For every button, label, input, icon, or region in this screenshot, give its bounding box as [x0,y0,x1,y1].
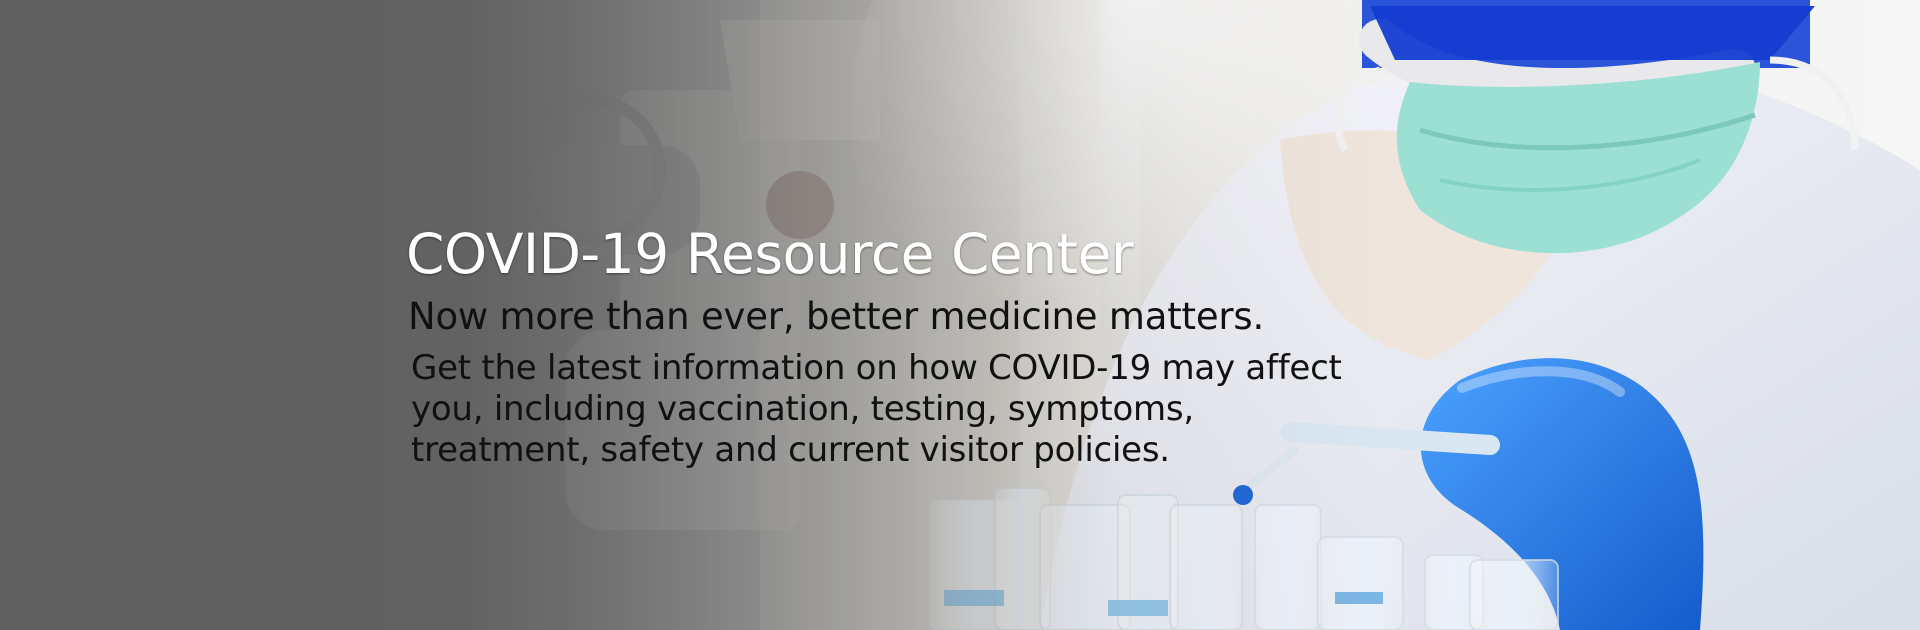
hero-text-content: COVID-19 Resource Center Now more than e… [406,224,1386,471]
hero-body-copy: Get the latest information on how COVID-… [411,348,1342,470]
hero-title: COVID-19 Resource Center [406,222,1134,286]
hero-subtitle: Now more than ever, better medicine matt… [408,295,1265,338]
covid-resource-hero: COVID-19 Resource Center Now more than e… [0,0,1920,630]
